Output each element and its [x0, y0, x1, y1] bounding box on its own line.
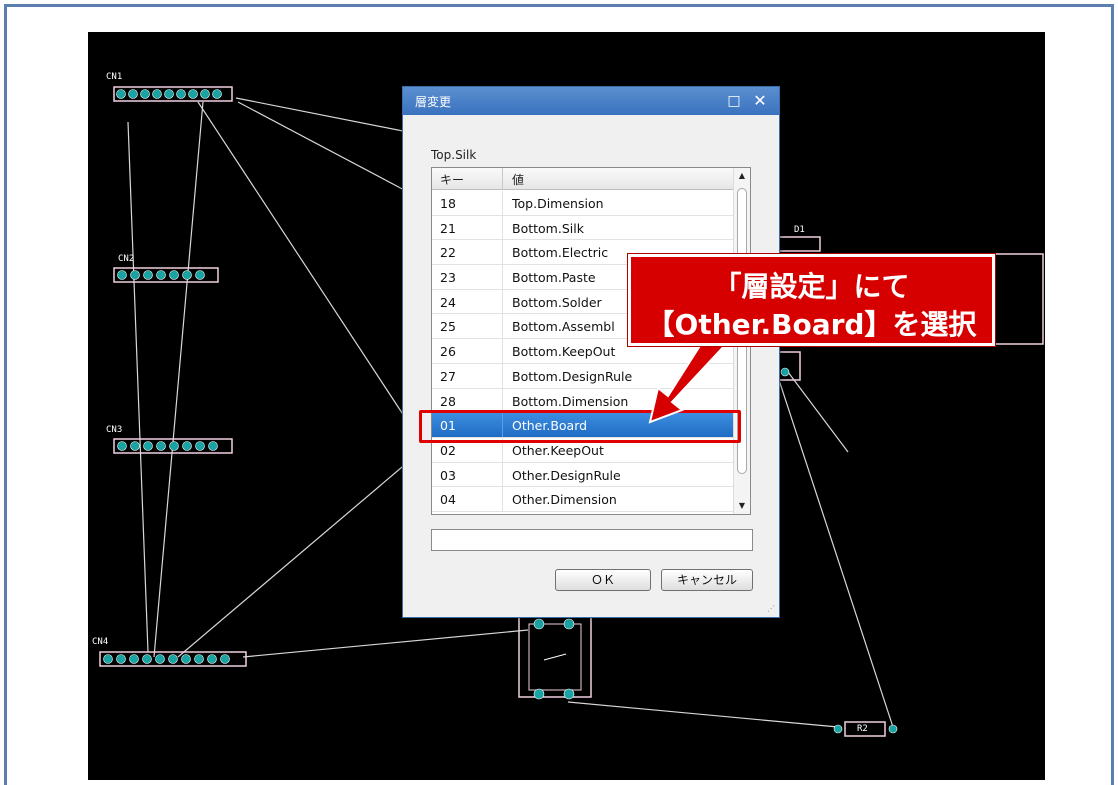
row-key: 03	[440, 467, 456, 483]
dialog-titlebar[interactable]: 層変更 □ ✕	[403, 87, 779, 115]
row-value: Other.Dimension	[512, 492, 617, 508]
table-row[interactable]: 04 Other.Dimension	[432, 487, 734, 512]
row-key: 23	[440, 270, 456, 286]
row-key: 04	[440, 492, 456, 508]
cn1-label: CN1	[106, 72, 123, 82]
row-key: 02	[440, 442, 456, 458]
row-key: 21	[440, 220, 456, 236]
row-value: Bottom.Dimension	[512, 393, 629, 409]
row-value: Bottom.Solder	[512, 294, 602, 310]
row-key: 22	[440, 245, 456, 261]
table-row[interactable]: 21 Bottom.Silk	[432, 215, 734, 241]
d1-label: D1	[794, 225, 805, 235]
table-row[interactable]: 03 Other.DesignRule	[432, 462, 734, 488]
cn4-label: CN4	[92, 637, 109, 647]
cn3-label: CN3	[106, 425, 123, 435]
callout-line-2: 【Other.Board】を選択	[646, 308, 977, 341]
row-value: Bottom.Silk	[512, 220, 584, 236]
row-value: Top.Dimension	[512, 196, 604, 211]
dialog-title: 層変更	[415, 95, 452, 109]
row-key: 25	[440, 319, 456, 335]
row-value: Bottom.Paste	[512, 270, 596, 286]
row-key: 24	[440, 294, 456, 310]
ok-button[interactable]: ＯＫ	[555, 569, 651, 591]
current-layer-label: Top.Silk	[431, 148, 477, 162]
cancel-button[interactable]: キャンセル	[661, 569, 753, 591]
scroll-up-icon[interactable]: ▲	[734, 168, 750, 184]
row-key: 18	[440, 196, 456, 211]
row-key: 28	[440, 393, 456, 409]
maximize-icon[interactable]: □	[723, 90, 745, 112]
table-row[interactable]: 18 Top.Dimension	[432, 191, 734, 216]
row-value: Other.DesignRule	[512, 467, 621, 483]
table-header: キー 値	[432, 168, 734, 190]
row-value: Bottom.Assembl	[512, 319, 615, 335]
row-key: 26	[440, 344, 456, 360]
scroll-down-icon[interactable]: ▼	[734, 498, 750, 514]
row-value: Bottom.DesignRule	[512, 368, 633, 384]
row-value: Bottom.Electric	[512, 245, 609, 261]
cn2-label: CN2	[118, 254, 135, 264]
annotation-callout: 「層設定」にて 【Other.Board】を選択	[628, 254, 995, 346]
callout-line-1: 「層設定」にて	[713, 270, 910, 303]
column-header-value[interactable]: 値	[512, 171, 524, 188]
row-key: 27	[440, 368, 456, 384]
resize-grip-icon[interactable]: ⋰	[767, 604, 775, 613]
close-icon[interactable]: ✕	[749, 90, 771, 112]
r2-label: R2	[857, 724, 868, 734]
layer-input-field[interactable]	[431, 529, 753, 551]
row-value: Other.KeepOut	[512, 442, 604, 458]
row-value: Bottom.KeepOut	[512, 344, 616, 360]
column-header-key[interactable]: キー	[440, 171, 464, 188]
